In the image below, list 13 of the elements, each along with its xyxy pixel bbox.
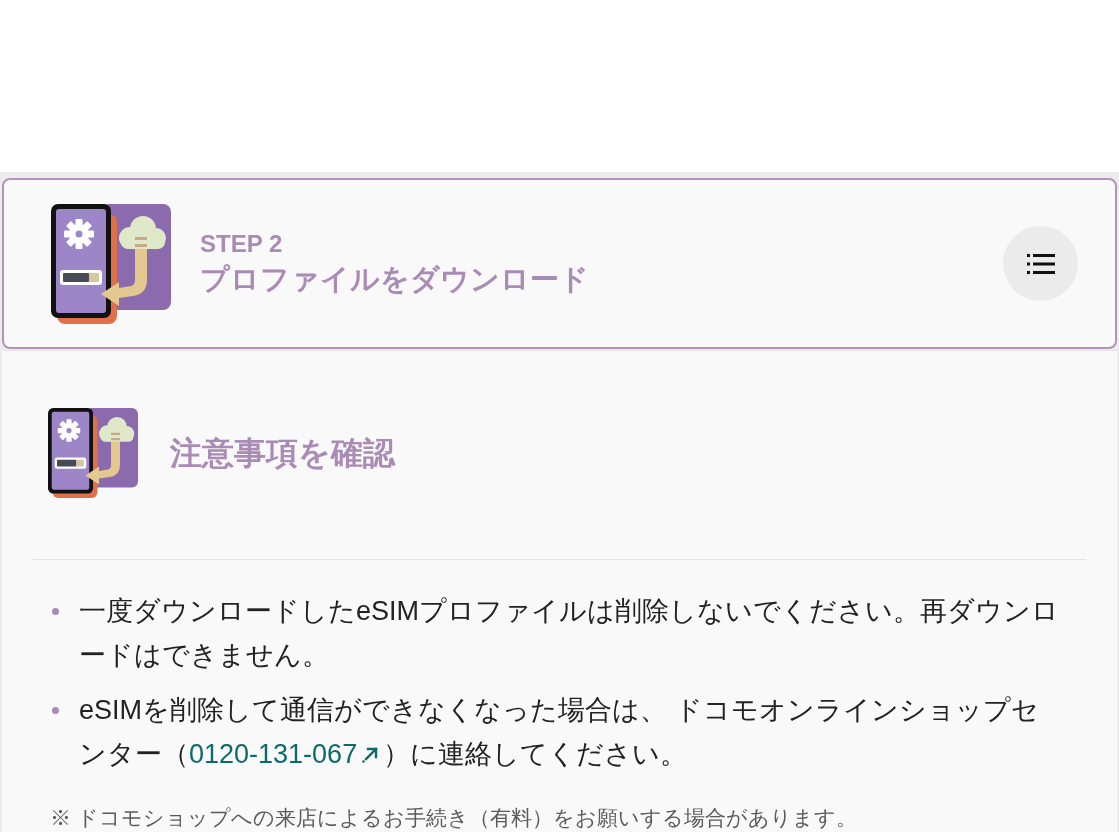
section-heading: 注意事項を確認 xyxy=(170,434,395,473)
list-icon xyxy=(1026,252,1055,275)
external-link-icon xyxy=(361,746,380,764)
phone-cloud-download-icon xyxy=(48,408,138,498)
bullet-icon xyxy=(52,706,59,714)
phone-cloud-download-icon xyxy=(51,203,171,324)
notice-text: 一度ダウンロードしたeSIMプロファイルは削除しないでください。再ダウンロードはできません。 xyxy=(79,595,1060,672)
bullet-icon xyxy=(52,607,59,615)
phone-link[interactable]: 0120-131-067 xyxy=(189,739,384,769)
step-label: STEP 2 xyxy=(200,228,284,259)
note-text: ※ ドコモショップへの来店によるお手続き（有料）をお願いする場合があります。 xyxy=(49,808,858,828)
step-title: プロファイルをダウンロード xyxy=(200,261,590,297)
notice-text: eSIMを削除して通信ができなくなった場合は、 ドコモオンラインショップセンター（0120-131-067 ）に連絡してください。 xyxy=(79,694,1040,771)
